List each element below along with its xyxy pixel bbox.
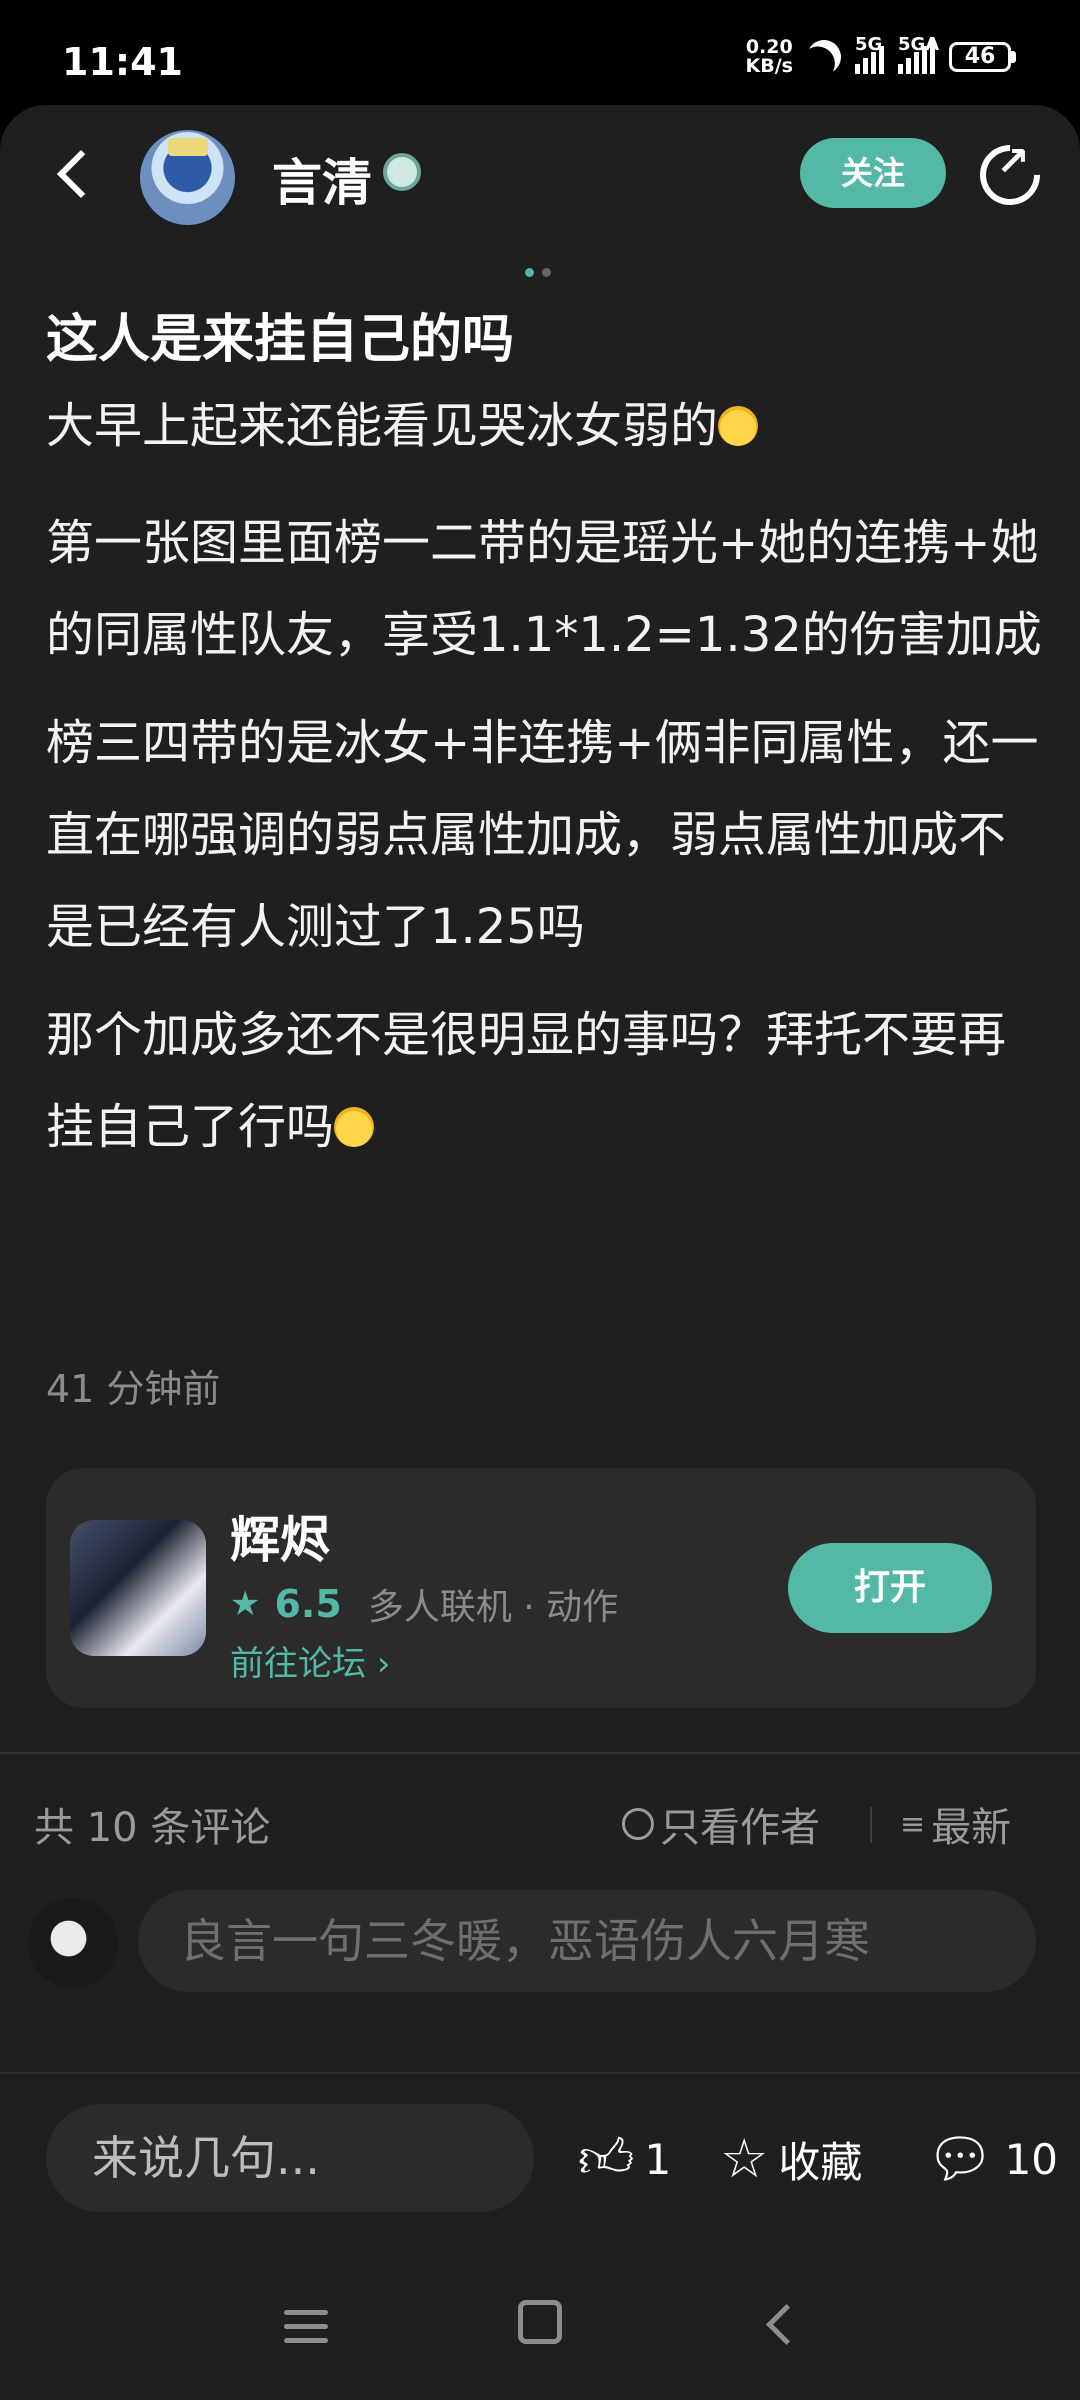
- author-only-toggle[interactable]: 只看作者: [622, 1795, 820, 1853]
- comments-header: 共 10 条评论 只看作者 ≡ 最新: [0, 1795, 1080, 1855]
- post-paragraph: 大早上起来还能看见哭冰女弱的: [46, 391, 1046, 461]
- status-bar: 11:41 0.20 KB/s 5G 5GA 46: [0, 0, 1080, 100]
- page-indicator: [525, 268, 551, 277]
- verified-badge-icon: [383, 153, 421, 191]
- like-button[interactable]: 👍︎ 1: [578, 2114, 671, 2204]
- status-icons: 0.20 KB/s 5G 5GA 46: [745, 34, 1016, 79]
- signal-icon: 5G: [855, 34, 884, 74]
- divider: [0, 1752, 1080, 1754]
- game-card[interactable]: 辉烬 ★ 6.5 多人联机 · 动作 前往论坛 › 打开: [46, 1468, 1036, 1708]
- star-outline-icon: ☆: [720, 2127, 769, 2190]
- author-name[interactable]: 言清: [272, 143, 372, 215]
- bottom-action-bar: 来说几句... 👍︎ 1 ☆ 收藏 💬︎ 10: [0, 2072, 1080, 2240]
- comment-count: 共 10 条评论: [34, 1805, 271, 1851]
- do-not-disturb-icon: [802, 35, 846, 79]
- status-time: 11:41: [62, 40, 183, 84]
- game-tags: 多人联机 · 动作: [367, 1587, 619, 1628]
- share-icon[interactable]: [978, 139, 1040, 205]
- sort-latest-button[interactable]: ≡ 最新: [900, 1795, 1011, 1853]
- follow-button[interactable]: 关注: [800, 138, 946, 208]
- game-icon[interactable]: [70, 1520, 206, 1656]
- comment-bubble-icon: 💬︎: [926, 2127, 995, 2190]
- back-arrow-icon[interactable]: [50, 143, 100, 203]
- game-rating: 6.5: [274, 1582, 342, 1626]
- post-paragraph: 榜三四带的是冰女+非连携+俩非同属性，还一直在哪强调的弱点属性加成，弱点属性加成…: [46, 715, 1039, 955]
- post-paragraph: 那个加成多还不是很明显的事吗？拜托不要再挂自己了行吗: [46, 1007, 1007, 1155]
- forum-link[interactable]: 前往论坛 ›: [230, 1636, 390, 1685]
- favorite-button[interactable]: ☆ 收藏: [720, 2114, 862, 2204]
- separator: [870, 1807, 872, 1843]
- chevron-right-icon: ›: [376, 1644, 391, 1684]
- crying-emoji-icon: [334, 1107, 375, 1147]
- post-timestamp: 41 分钟前: [46, 1367, 221, 1411]
- battery-icon: 46: [949, 42, 1016, 72]
- author-avatar[interactable]: [140, 130, 235, 225]
- open-game-button[interactable]: 打开: [788, 1543, 992, 1633]
- comments-button[interactable]: 💬︎ 10: [926, 2114, 1058, 2204]
- post-title: 这人是来挂自己的吗: [46, 310, 515, 370]
- system-back-icon[interactable]: [760, 2304, 796, 2340]
- thumbs-up-icon: 👍︎: [578, 2127, 635, 2190]
- radio-circle-icon: [622, 1808, 654, 1840]
- crying-emoji-icon: [718, 406, 759, 446]
- network-speed: 0.20 KB/s: [745, 36, 793, 77]
- say-something-input[interactable]: 来说几句...: [46, 2104, 534, 2212]
- post-sheet: 言清 关注 这人是来挂自己的吗 大早上起来还能看见哭冰女弱的 第一张图里面榜一二…: [0, 105, 1080, 2400]
- home-icon[interactable]: [518, 2300, 562, 2344]
- system-nav-bar: [0, 2240, 1080, 2400]
- game-rating-row: ★ 6.5 多人联机 · 动作: [230, 1578, 618, 1630]
- post-paragraph: 第一张图里面榜一二带的是瑶光+她的连携+她的同属性队友，享受1.1*1.2=1.…: [46, 515, 1042, 663]
- star-icon: ★: [230, 1584, 261, 1624]
- game-name[interactable]: 辉烬: [230, 1500, 330, 1572]
- signal-icon-2: 5GA: [898, 34, 939, 74]
- post-content: 这人是来挂自己的吗 大早上起来还能看见哭冰女弱的 第一张图里面榜一二带的是瑶光+…: [46, 305, 1046, 1179]
- sort-icon: ≡: [900, 1806, 926, 1842]
- recent-apps-icon[interactable]: [284, 2310, 328, 2352]
- post-header: 言清 关注: [0, 105, 1080, 245]
